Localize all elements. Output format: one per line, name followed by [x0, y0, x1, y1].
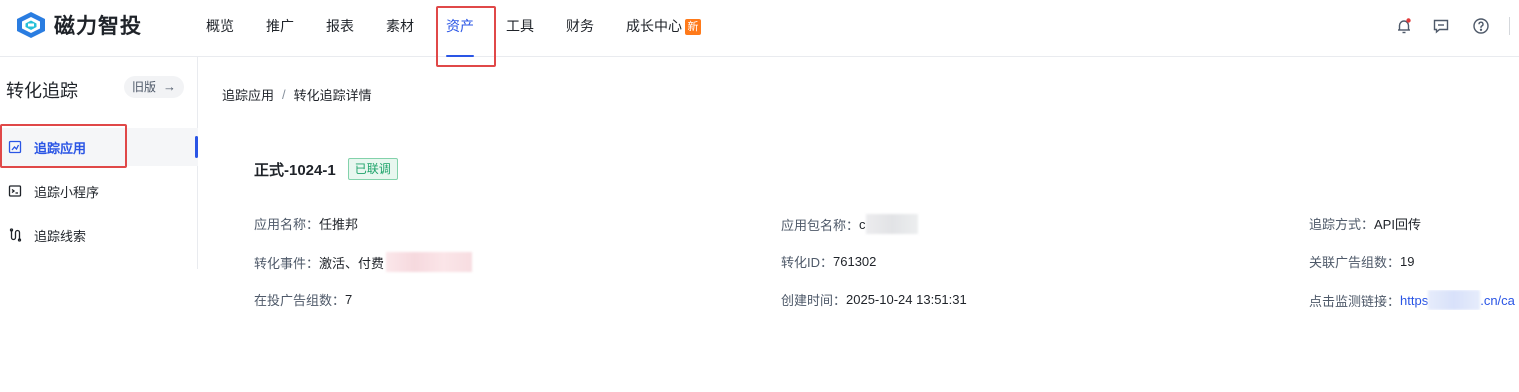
brand-name: 磁力智投	[54, 15, 142, 38]
nav-item-label: 概览	[206, 18, 234, 34]
field-package-name: 应用包名称： c	[781, 214, 918, 234]
breadcrumb-current: 转化追踪详情	[293, 88, 372, 103]
nav-item-promotion[interactable]: 推广	[266, 0, 294, 57]
field-value: 761302	[833, 254, 877, 269]
sidebar-title: 转化追踪	[6, 81, 78, 101]
arrow-right-icon: →	[163, 79, 177, 94]
old-version-label: 旧版	[132, 80, 157, 94]
bell-icon[interactable]	[1393, 15, 1415, 37]
field-active-ad-groups: 在投广告组数： 7	[254, 290, 352, 309]
field-value: API回传	[1374, 217, 1421, 232]
click-url-link-suffix[interactable]: .cn/ca	[1480, 293, 1515, 308]
field-label: 应用包名称：	[781, 217, 860, 233]
sidebar-item-label: 追踪线索	[34, 228, 87, 244]
field-app-name: 应用名称： 任推邦	[254, 214, 358, 233]
nav-item-tools[interactable]: 工具	[506, 0, 534, 57]
topbar-divider	[1509, 17, 1510, 35]
new-badge: 新	[685, 19, 701, 35]
nav-item-label: 素材	[386, 18, 414, 34]
field-value: 任推邦	[319, 217, 359, 232]
lead-track-icon	[8, 228, 22, 242]
active-item-indicator	[195, 136, 198, 158]
message-icon[interactable]	[1430, 15, 1452, 37]
redacted-mask	[1428, 290, 1481, 310]
field-conversion-events: 转化事件： 激活、付费	[254, 252, 473, 272]
field-label: 追踪方式：	[1309, 217, 1375, 232]
breadcrumb-separator: /	[282, 87, 286, 102]
app-root: 磁力智投 概览 推广 报表 素材 资产 工具 财务 成长中心新 转化追踪 旧版 …	[0, 0, 1519, 392]
top-navigation-bar: 磁力智投 概览 推广 报表 素材 资产 工具 财务 成长中心新	[0, 0, 1519, 67]
brand-logo[interactable]: 磁力智投	[14, 11, 142, 39]
nav-item-label: 推广	[266, 18, 294, 34]
breadcrumb-parent[interactable]: 追踪应用	[222, 85, 274, 104]
field-value: 2025-10-24 13:51:31	[846, 292, 967, 307]
field-track-method: 追踪方式： API回传	[1309, 214, 1421, 233]
redacted-mask	[865, 214, 918, 234]
nav-item-growth-center[interactable]: 成长中心新	[626, 0, 701, 57]
nav-item-finance[interactable]: 财务	[566, 0, 594, 57]
field-value: 激活、付费	[319, 255, 385, 271]
nav-item-assets[interactable]: 资产	[446, 0, 474, 57]
sidebar: 转化追踪 旧版 → 追踪应用 追踪小程序 追踪线索	[0, 57, 198, 269]
field-label: 在投广告组数：	[254, 293, 346, 308]
field-label: 转化事件：	[254, 255, 320, 271]
nav-item-label: 财务	[566, 18, 594, 34]
field-linked-ad-groups: 关联广告组数： 19	[1309, 252, 1414, 271]
nav-item-overview[interactable]: 概览	[206, 0, 234, 57]
sidebar-item-label: 追踪应用	[34, 140, 87, 156]
redacted-mask	[386, 252, 473, 272]
cili-logo-icon	[17, 12, 45, 38]
help-icon[interactable]	[1470, 15, 1492, 37]
nav-item-label: 工具	[506, 18, 534, 34]
nav-item-label: 报表	[326, 18, 354, 34]
nav-item-materials[interactable]: 素材	[386, 0, 414, 57]
field-label: 创建时间：	[781, 293, 847, 308]
click-url-link-prefix[interactable]: https	[1400, 293, 1428, 308]
sidebar-item-track-app[interactable]: 追踪应用	[0, 128, 198, 166]
breadcrumb: 追踪应用 / 转化追踪详情	[222, 85, 372, 104]
field-value: 19	[1400, 254, 1415, 269]
old-version-button[interactable]: 旧版 →	[124, 76, 185, 98]
app-track-icon	[8, 140, 22, 154]
field-label: 点击监测链接：	[1309, 293, 1401, 309]
field-label: 关联广告组数：	[1309, 255, 1401, 270]
nav-item-label: 成长中心	[626, 18, 682, 34]
detail-header: 正式-1024-1 已联调	[254, 158, 398, 180]
status-badge: 已联调	[347, 158, 398, 180]
nav-item-reports[interactable]: 报表	[326, 0, 354, 57]
field-value: 7	[345, 292, 353, 307]
sidebar-item-track-leads[interactable]: 追踪线索	[0, 216, 198, 254]
sidebar-item-track-miniprogram[interactable]: 追踪小程序	[0, 172, 198, 210]
sidebar-item-label: 追踪小程序	[34, 184, 100, 200]
field-click-monitor-url: 点击监测链接： https .cn/ca	[1309, 290, 1519, 310]
field-label: 转化ID：	[781, 255, 834, 270]
field-label: 应用名称：	[254, 217, 320, 232]
field-created-time: 创建时间： 2025-10-24 13:51:31	[781, 290, 967, 309]
field-conversion-id: 转化ID： 761302	[781, 252, 876, 271]
active-tab-indicator	[446, 55, 474, 57]
nav-item-label: 资产	[446, 18, 474, 34]
tracking-name: 正式-1024-1	[254, 161, 336, 179]
miniprogram-icon	[8, 184, 22, 198]
